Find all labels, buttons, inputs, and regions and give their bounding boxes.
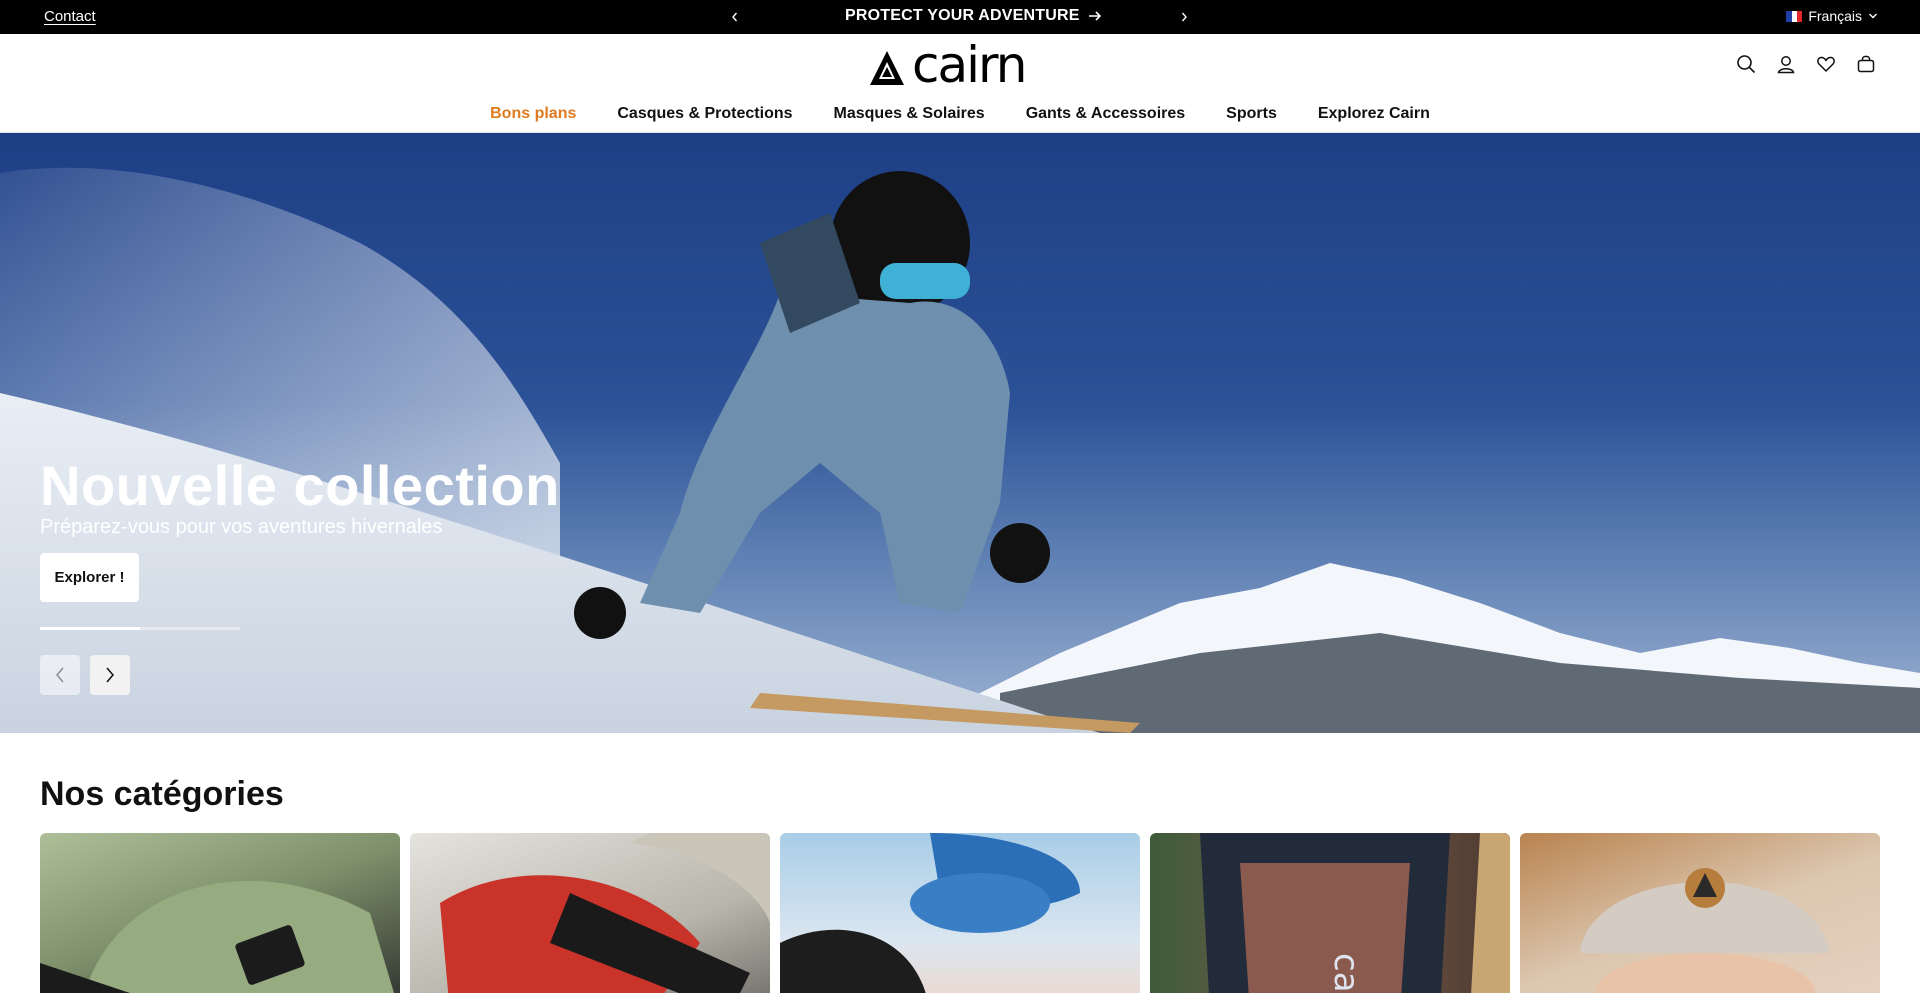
svg-text:cairn: cairn bbox=[1326, 953, 1366, 993]
search-button[interactable] bbox=[1736, 54, 1756, 74]
cairn-logo[interactable]: cairn bbox=[868, 40, 1052, 92]
announcement-promo-link[interactable]: PROTECT YOUR ADVENTURE bbox=[845, 7, 1102, 25]
announcement-promo-text: PROTECT YOUR ADVENTURE bbox=[845, 7, 1080, 24]
category-card-goggles[interactable] bbox=[410, 833, 770, 993]
category-image-helmet bbox=[40, 881, 394, 993]
category-image-goggles bbox=[440, 833, 770, 993]
nav-item-masques-solaires[interactable]: Masques & Solaires bbox=[834, 105, 985, 123]
chevron-right-icon bbox=[106, 667, 114, 683]
category-image-back-protector: cairn bbox=[1200, 833, 1510, 993]
chevron-left-icon bbox=[56, 667, 64, 683]
france-flag-icon bbox=[1786, 10, 1803, 22]
chevron-down-icon bbox=[1869, 13, 1877, 19]
chevron-right-icon bbox=[1181, 12, 1187, 22]
search-icon bbox=[1737, 55, 1756, 74]
wishlist-button[interactable] bbox=[1816, 54, 1836, 74]
nav-item-casques-protections[interactable]: Casques & Protections bbox=[617, 105, 792, 123]
language-label: Français bbox=[1808, 8, 1862, 24]
hero-image-snowboarder bbox=[0, 167, 1920, 733]
logo-text: cairn bbox=[912, 36, 1027, 94]
contact-link[interactable]: Contact bbox=[44, 8, 96, 25]
bag-icon bbox=[1857, 55, 1875, 73]
announcement-bar: Contact PROTECT YOUR ADVENTURE Français bbox=[0, 0, 1920, 34]
announcement-next-button[interactable] bbox=[1173, 6, 1195, 28]
hero-title: Nouvelle collection bbox=[40, 454, 560, 517]
category-cards: cairn bbox=[40, 833, 1880, 993]
header-actions bbox=[1736, 54, 1876, 74]
heart-icon bbox=[1817, 56, 1835, 72]
nav-item-bons-plans[interactable]: Bons plans bbox=[490, 105, 576, 123]
nav-item-gants-accessoires[interactable]: Gants & Accessoires bbox=[1026, 105, 1185, 123]
hero-subtitle: Préparez-vous pour vos aventures hiverna… bbox=[40, 516, 443, 538]
category-card-protections[interactable]: cairn bbox=[1150, 833, 1510, 993]
chevron-left-icon bbox=[732, 12, 738, 22]
category-image-beanie bbox=[1580, 868, 1830, 993]
account-button[interactable] bbox=[1776, 54, 1796, 74]
cart-button[interactable] bbox=[1856, 54, 1876, 74]
main-navigation: Bons plans Casques & Protections Masques… bbox=[0, 105, 1920, 123]
categories-heading: Nos catégories bbox=[40, 775, 284, 813]
category-image-gloves bbox=[780, 833, 1080, 993]
category-card-accessories[interactable] bbox=[1520, 833, 1880, 993]
slide-progress-fill bbox=[40, 627, 140, 630]
nav-item-explorez-cairn[interactable]: Explorez Cairn bbox=[1318, 105, 1430, 123]
cairn-logo-mark-icon bbox=[870, 51, 904, 85]
category-card-gloves[interactable] bbox=[780, 833, 1140, 993]
slide-progress-bar bbox=[40, 627, 240, 630]
language-selector[interactable]: Français bbox=[1786, 8, 1878, 24]
category-card-helmets[interactable] bbox=[40, 833, 400, 993]
site-header: cairn Bons plans Casques & Protections M… bbox=[0, 34, 1920, 133]
hero-slider: Nouvelle collection Préparez-vous pour v… bbox=[0, 133, 1920, 733]
account-icon bbox=[1777, 56, 1795, 74]
announcement-prev-button[interactable] bbox=[724, 6, 746, 28]
slide-next-button[interactable] bbox=[90, 655, 130, 695]
arrow-right-icon bbox=[1088, 11, 1101, 21]
nav-item-sports[interactable]: Sports bbox=[1226, 105, 1277, 123]
slide-prev-button[interactable] bbox=[40, 655, 80, 695]
hero-explore-button[interactable]: Explorer ! bbox=[40, 553, 139, 602]
